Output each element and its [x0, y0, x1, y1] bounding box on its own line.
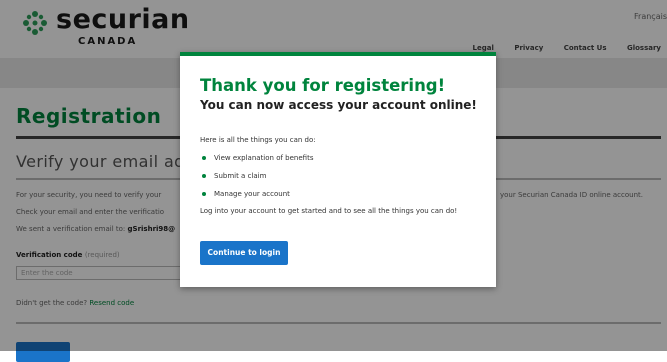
modal-intro: Here is all the things you can do:: [200, 136, 316, 144]
feature-list: View explanation of benefits Submit a cl…: [200, 154, 313, 208]
list-item: View explanation of benefits: [200, 154, 313, 172]
modal-subtitle: You can now access your account online!: [200, 98, 477, 112]
list-item: Submit a claim: [200, 172, 313, 190]
modal-title: Thank you for registering!: [200, 76, 446, 95]
modal-login-text: Log into your account to get started and…: [200, 207, 458, 215]
continue-to-login-button[interactable]: Continue to login: [200, 241, 288, 265]
list-item: Manage your account: [200, 190, 313, 208]
registration-page: securian CANADA Français Legal Privacy C…: [0, 0, 667, 362]
registration-success-modal: Thank you for registering! You can now a…: [180, 52, 496, 287]
